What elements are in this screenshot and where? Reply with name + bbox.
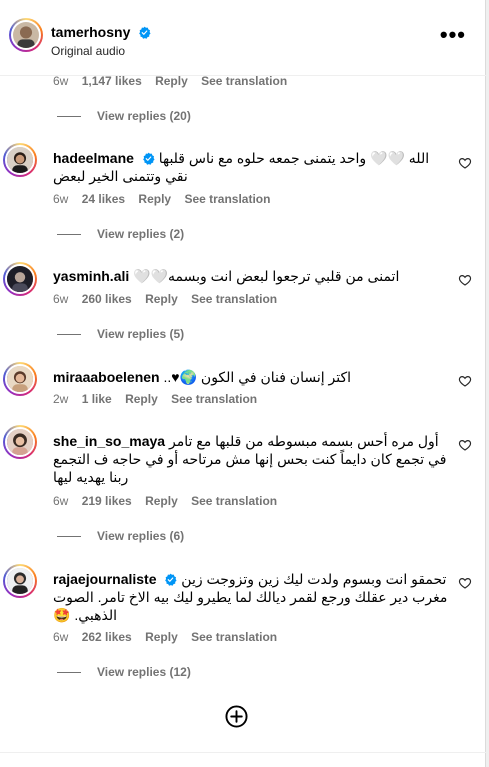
audio-subtitle[interactable]: Original audio xyxy=(51,44,125,58)
comment-body: hadeelmane الله 🤍🤍 واحد يتمنى جمعه حلوه … xyxy=(53,149,450,185)
comment-age: 6w xyxy=(53,292,69,306)
see-translation-button[interactable]: See translation xyxy=(201,74,287,88)
replies-line xyxy=(57,672,81,674)
comment-likes[interactable]: 262 likes xyxy=(82,630,132,644)
more-icon[interactable]: ••• xyxy=(440,24,466,46)
reply-button[interactable]: Reply xyxy=(125,392,158,406)
author-username-text[interactable]: tamerhosny xyxy=(51,24,130,40)
view-replies-label[interactable]: View replies (6) xyxy=(97,529,184,543)
comment-author[interactable]: hadeelmane xyxy=(53,150,134,166)
comment-likes[interactable]: 24 likes xyxy=(82,192,125,206)
see-translation-button[interactable]: See translation xyxy=(171,392,257,406)
comment-body: rajaejournaliste تحمقو انت وبسوم ولدت لي… xyxy=(53,570,450,624)
author-username[interactable]: tamerhosny xyxy=(51,24,151,40)
author-avatar-image xyxy=(13,22,39,50)
comment-age: 6w xyxy=(53,494,69,508)
comment-meta: 6w 24 likes Reply See translation xyxy=(53,192,280,206)
verified-badge-icon xyxy=(139,26,151,39)
reply-button[interactable]: Reply xyxy=(145,494,178,508)
heart-icon[interactable] xyxy=(458,273,472,287)
replies-line xyxy=(57,334,81,336)
reply-button[interactable]: Reply xyxy=(155,74,188,88)
view-replies-button[interactable]: View replies (20) xyxy=(57,109,191,123)
view-replies-label[interactable]: View replies (2) xyxy=(97,227,184,241)
view-replies-button[interactable]: View replies (12) xyxy=(57,665,191,679)
replies-line xyxy=(57,536,81,538)
heart-icon[interactable] xyxy=(458,374,472,388)
comment-age: 6w xyxy=(53,192,69,206)
reply-button[interactable]: Reply xyxy=(145,292,178,306)
comment-likes[interactable]: 260 likes xyxy=(82,292,132,306)
verified-badge-icon xyxy=(165,573,177,586)
comment-meta: 6w 262 likes Reply See translation xyxy=(53,630,287,644)
commenter-avatar-image xyxy=(5,145,35,176)
author-avatar[interactable] xyxy=(9,18,43,52)
reel-comments-panel: tamerhosny Original audio ••• 6w 1,147 l… xyxy=(0,0,486,767)
comment-author[interactable]: she_in_so_maya xyxy=(53,433,165,449)
see-translation-button[interactable]: See translation xyxy=(191,630,277,644)
commenter-avatar[interactable] xyxy=(3,262,37,296)
commenter-avatar-image xyxy=(5,566,35,596)
view-replies-button[interactable]: View replies (6) xyxy=(57,529,184,543)
commenter-avatar[interactable] xyxy=(3,564,37,598)
commenter-avatar[interactable] xyxy=(3,362,37,396)
heart-icon[interactable] xyxy=(458,156,472,170)
comment-age: 6w xyxy=(53,630,69,644)
view-replies-button[interactable]: View replies (5) xyxy=(57,327,184,341)
reply-button[interactable]: Reply xyxy=(138,192,171,206)
commenter-avatar-image xyxy=(5,264,35,294)
view-replies-label[interactable]: View replies (20) xyxy=(97,109,191,123)
view-replies-label[interactable]: View replies (5) xyxy=(97,327,184,341)
comment-text: اتمنى من قلبي ترجعوا لبعض انت وبسمه🤍🤍 xyxy=(133,268,400,284)
commenter-avatar[interactable] xyxy=(3,143,37,177)
comment-body: yasminh.ali اتمنى من قلبي ترجعوا لبعض ان… xyxy=(53,267,450,285)
see-translation-button[interactable]: See translation xyxy=(184,192,270,206)
comment-likes[interactable]: 1 like xyxy=(82,392,112,406)
comment-body: she_in_so_maya أول مره أحس بسمه مبسوطه م… xyxy=(53,432,450,486)
comment-body: miraaaboelenen اكتر إنسان فنان في الكون … xyxy=(53,368,450,386)
comment-meta: 2w 1 like Reply See translation xyxy=(53,392,267,406)
replies-line xyxy=(57,116,81,118)
comment-text: اكتر إنسان فنان في الكون 🌍♥.. xyxy=(163,369,352,385)
comment-age: 6w xyxy=(53,74,69,88)
bottom-divider xyxy=(0,752,486,753)
commenter-avatar-image xyxy=(5,427,35,458)
verified-badge-icon xyxy=(142,152,155,165)
comment-likes[interactable]: 1,147 likes xyxy=(82,74,142,88)
comment-author[interactable]: miraaaboelenen xyxy=(53,369,160,385)
comment-age: 2w xyxy=(53,392,69,406)
panel-header: tamerhosny Original audio ••• xyxy=(0,0,486,76)
comment-likes[interactable]: 219 likes xyxy=(82,494,132,508)
view-replies-label[interactable]: View replies (12) xyxy=(97,665,191,679)
view-replies-button[interactable]: View replies (2) xyxy=(57,227,184,241)
commenter-avatar-image xyxy=(5,364,35,395)
heart-icon[interactable] xyxy=(458,438,472,452)
comment-author[interactable]: rajaejournaliste xyxy=(53,571,157,587)
add-comment-icon[interactable] xyxy=(225,705,248,728)
replies-line xyxy=(57,234,81,236)
reply-button[interactable]: Reply xyxy=(145,630,178,644)
comment-author[interactable]: yasminh.ali xyxy=(53,268,129,284)
commenter-avatar[interactable] xyxy=(3,425,37,459)
comment-meta: 6w 1,147 likes Reply See translation xyxy=(53,74,297,88)
heart-icon[interactable] xyxy=(458,576,472,590)
see-translation-button[interactable]: See translation xyxy=(191,494,277,508)
comment-meta: 6w 219 likes Reply See translation xyxy=(53,494,287,508)
comment-meta: 6w 260 likes Reply See translation xyxy=(53,292,287,306)
see-translation-button[interactable]: See translation xyxy=(191,292,277,306)
